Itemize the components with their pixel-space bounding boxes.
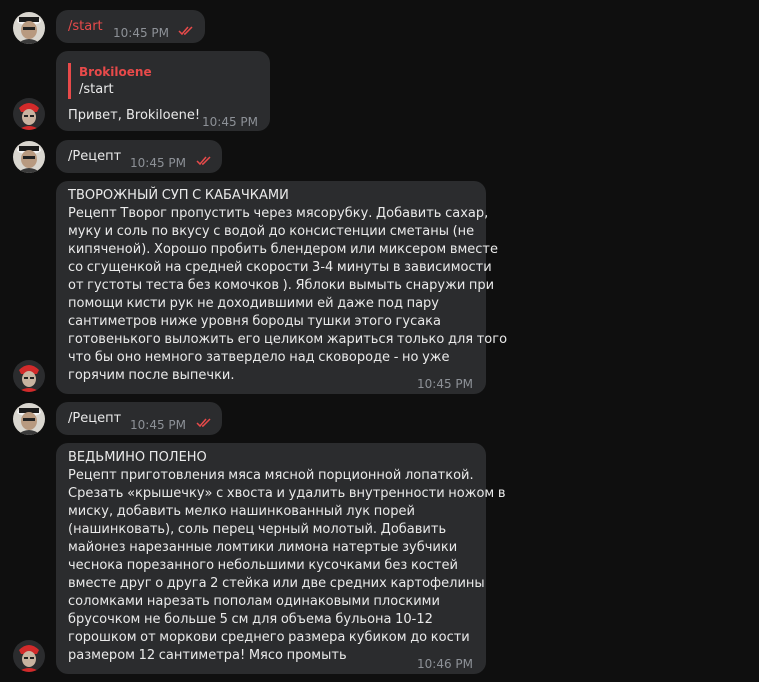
bot-avatar[interactable] <box>13 98 45 130</box>
recipe-text: ВЕДЬМИНО ПОЛЕНО Рецепт приготовления мяс… <box>68 449 506 665</box>
reply-quote[interactable]: Brokiloene /start <box>68 63 152 99</box>
recipe-title: ТВОРОЖНЫЙ СУП С КАБАЧКАМИ <box>68 188 289 203</box>
recipe-line: миску, добавить мелко нашинкованный лук … <box>68 504 415 519</box>
recipe-line: брусочком не больше 5 см для объема буль… <box>68 612 433 627</box>
recipe-line: майонез нарезанные ломтики лимона натерт… <box>68 540 458 555</box>
command-link[interactable]: /start <box>68 18 103 36</box>
chat-history: /start 10:45 PM Brokiloene /start Привет… <box>0 0 759 682</box>
message-bubble[interactable]: /Рецепт 10:45 PM <box>56 140 222 173</box>
message-bubble[interactable]: /start 10:45 PM <box>56 10 205 43</box>
message-bubble[interactable]: Brokiloene /start Привет, Brokiloene! 10… <box>56 51 270 131</box>
recipe-line: сантиметров ниже уровня бороды тушки это… <box>68 314 442 329</box>
double-check-icon <box>196 418 211 428</box>
recipe-line: вместе друг о друга 2 стейка или две сре… <box>68 576 485 591</box>
message-text: /Рецепт <box>68 411 122 426</box>
message-time: 10:45 PM <box>202 115 258 129</box>
recipe-line: Рецепт Творог пропустить через мясорубку… <box>68 206 489 221</box>
recipe-text: ТВОРОЖНЫЙ СУП С КАБАЧКАМИ Рецепт Творог … <box>68 187 508 385</box>
message-bubble[interactable]: /Рецепт 10:45 PM <box>56 402 222 435</box>
recipe-line: размером 12 сантиметра! Мясо промыть <box>68 648 347 663</box>
recipe-line: горошком от моркови среднего размера куб… <box>68 630 470 645</box>
reply-text: /start <box>79 82 114 97</box>
recipe-line: чеснока порезанного небольшими кусочками… <box>68 558 458 573</box>
recipe-line: что бы оно немного затвердело над сковор… <box>68 350 450 365</box>
message-text: /Рецепт <box>68 149 122 164</box>
message-bubble[interactable]: ВЕДЬМИНО ПОЛЕНО Рецепт приготовления мяс… <box>56 443 506 674</box>
recipe-line: (нашинковать), соль перец черный молотый… <box>68 522 447 537</box>
bot-avatar[interactable] <box>13 360 45 392</box>
message-time: 10:45 PM <box>130 156 186 170</box>
message-time: 10:45 PM <box>130 418 186 432</box>
bot-avatar[interactable] <box>13 640 45 672</box>
user-avatar[interactable] <box>13 141 45 173</box>
message-time: 10:45 PM <box>113 26 169 40</box>
recipe-line: готовенького выложить его целиком жарить… <box>68 332 508 347</box>
recipe-line: соломками нарезать пополам одинаковыми п… <box>68 594 440 609</box>
recipe-line: от густоты теста без комочков ). Яблоки … <box>68 278 495 293</box>
user-avatar[interactable] <box>13 403 45 435</box>
message-time: 10:46 PM <box>417 657 473 671</box>
recipe-line: горячим после выпечки. <box>68 368 235 383</box>
message-bubble[interactable]: ТВОРОЖНЫЙ СУП С КАБАЧКАМИ Рецепт Творог … <box>56 181 508 394</box>
recipe-title: ВЕДЬМИНО ПОЛЕНО <box>68 450 207 465</box>
recipe-line: со сгущенкой на средней скорости 3-4 мин… <box>68 260 492 275</box>
recipe-line: кипяченой). Хорошо пробить блендером или… <box>68 242 498 257</box>
user-avatar[interactable] <box>13 12 45 44</box>
recipe-line: муку и соль по вкусу с водой до консисте… <box>68 224 475 239</box>
double-check-icon <box>196 156 211 166</box>
recipe-line: помощи кисти рук не доходившими ей даже … <box>68 296 439 311</box>
message-time: 10:45 PM <box>417 377 473 391</box>
reply-author: Brokiloene <box>79 65 152 79</box>
recipe-line: Рецепт приготовления мяса мясной порцион… <box>68 468 474 483</box>
recipe-line: Срезать «крышечку» с хвоста и удалить вн… <box>68 486 506 501</box>
double-check-icon <box>178 26 193 36</box>
message-text: Привет, Brokiloene! <box>68 108 201 123</box>
